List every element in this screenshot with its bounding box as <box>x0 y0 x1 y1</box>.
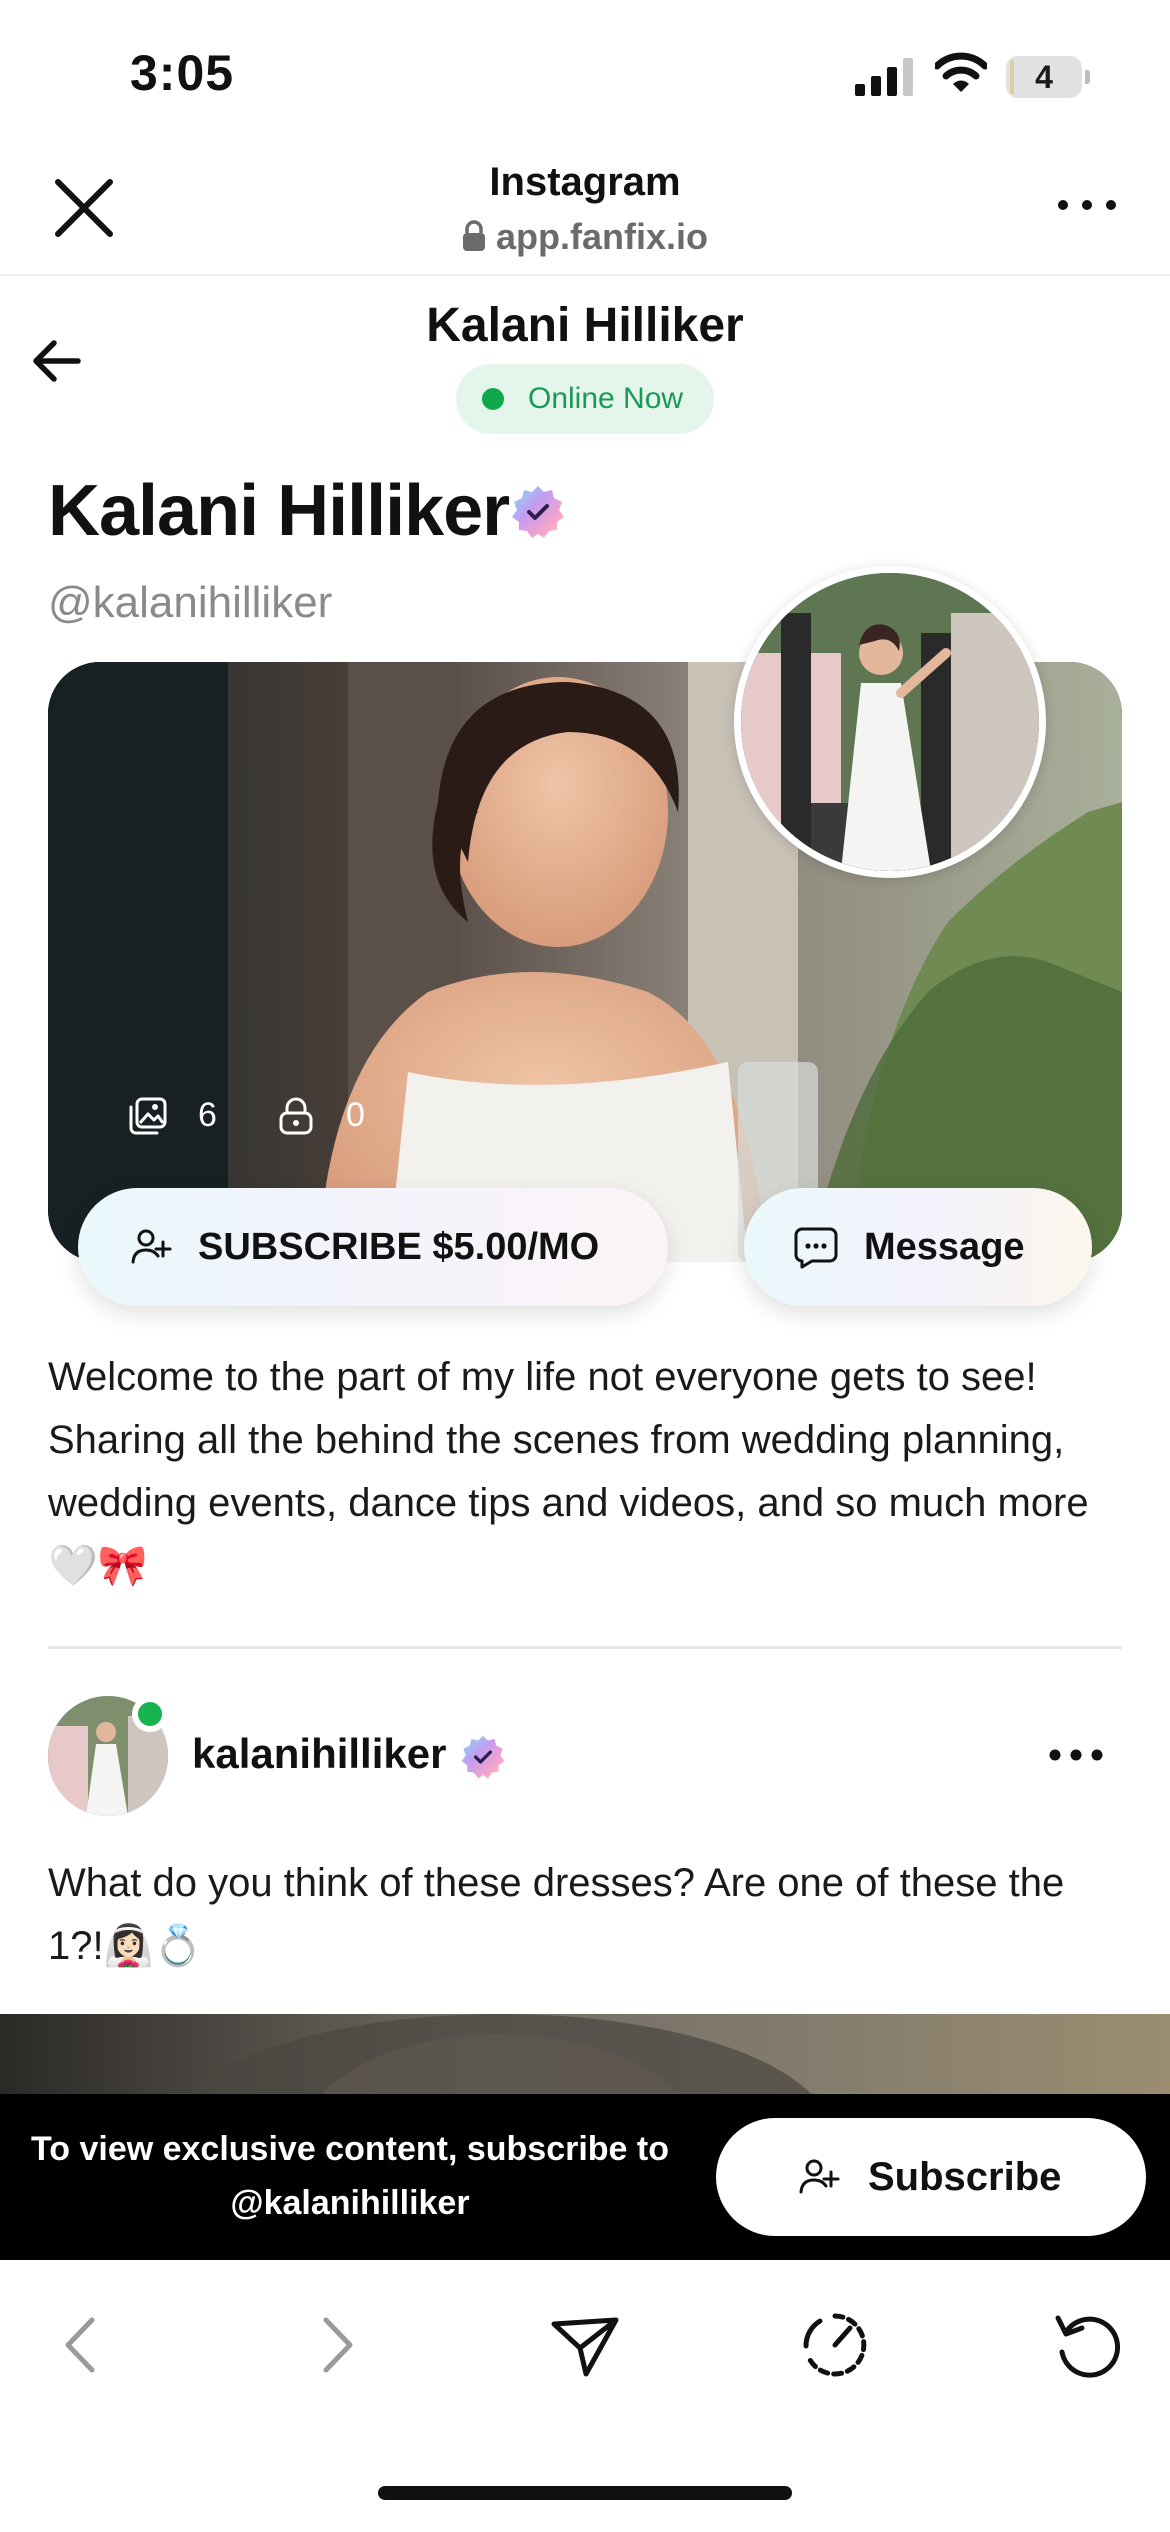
lock-icon <box>279 1097 313 1135</box>
post-online-dot-icon <box>132 1696 168 1732</box>
share-icon[interactable] <box>550 2310 620 2380</box>
status-time: 3:05 <box>130 45 235 101</box>
browser-app-name: Instagram <box>489 160 681 204</box>
message-button-label: Message <box>864 1226 1025 1268</box>
battery-indicator: 4 <box>1006 56 1090 98</box>
subscribe-banner: To view exclusive content, subscribe to … <box>0 2094 1170 2260</box>
profile-name: Kalani Hilliker <box>48 471 510 551</box>
media-count: 6 <box>198 1096 217 1134</box>
profile-bio: Welcome to the part of my life not every… <box>48 1355 1089 1588</box>
profile-handle: @kalanihilliker <box>48 578 333 627</box>
locked-count: 0 <box>346 1096 365 1134</box>
cellular-signal-icon <box>855 58 913 96</box>
divider <box>48 1646 1122 1649</box>
banner-subscribe-label: Subscribe <box>868 2155 1062 2199</box>
post-media-preview[interactable] <box>0 2014 1170 2094</box>
status-bar: 3:05 4 <box>0 0 1170 140</box>
post-caption: What do you think of these dresses? Are … <box>48 1861 1065 1968</box>
person-add-icon <box>799 2159 840 2194</box>
battery-level: 4 <box>1035 59 1053 95</box>
browser-header: Instagram app.fanfix.io <box>0 140 1170 276</box>
verified-badge-icon <box>512 486 564 538</box>
subscribe-button-label: SUBSCRIBE $5.00/MO <box>198 1226 600 1268</box>
person-add-icon <box>131 1229 172 1264</box>
images-icon <box>129 1097 167 1135</box>
speed-icon[interactable] <box>800 2310 870 2380</box>
reload-icon[interactable] <box>1052 2310 1122 2380</box>
subscribe-button[interactable]: SUBSCRIBE $5.00/MO <box>78 1188 668 1306</box>
banner-subscribe-button[interactable]: Subscribe <box>716 2118 1146 2236</box>
message-button[interactable]: Message <box>744 1188 1092 1306</box>
page-title: Kalani Hilliker <box>426 299 744 352</box>
browser-url[interactable]: app.fanfix.io <box>0 216 1170 258</box>
post-more-options-icon[interactable] <box>1048 1740 1104 1770</box>
chat-icon <box>794 1227 838 1269</box>
lock-icon <box>462 220 485 251</box>
profile-avatar[interactable] <box>734 566 1046 878</box>
forward-icon[interactable] <box>300 2310 370 2380</box>
more-horizontal-icon[interactable] <box>1055 190 1119 220</box>
online-status-text: Online Now <box>528 382 684 415</box>
online-dot-icon <box>482 388 504 410</box>
home-indicator <box>378 2486 792 2500</box>
subscribe-banner-text: To view exclusive content, subscribe to … <box>31 2130 669 2222</box>
post-username[interactable]: kalanihilliker <box>192 1730 446 1778</box>
browser-url-text: app.fanfix.io <box>495 216 708 257</box>
verified-badge-icon <box>461 1735 505 1779</box>
online-status-badge: Online Now <box>456 364 714 434</box>
wifi-icon <box>935 52 987 92</box>
back-icon[interactable] <box>48 2310 118 2380</box>
